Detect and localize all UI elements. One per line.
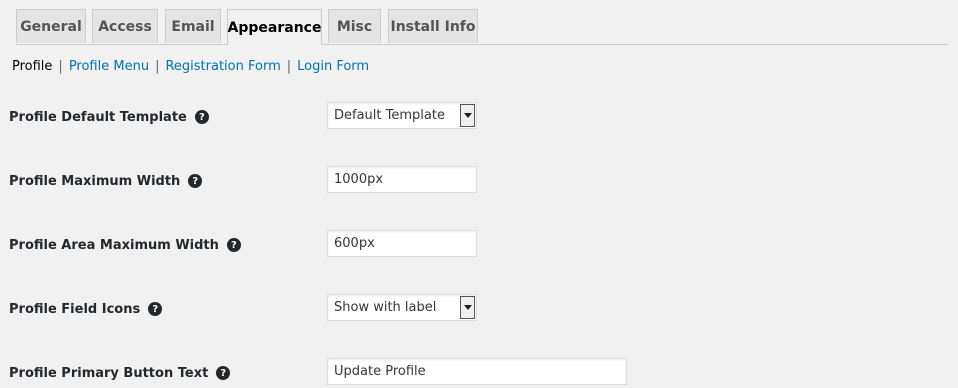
profile-primary-button-text-input[interactable]: Update Profile — [327, 358, 627, 385]
subsection-nav: Profile | Profile Menu | Registration Fo… — [12, 57, 369, 75]
setting-label: Profile Field Icons ? — [9, 294, 163, 324]
setting-label: Profile Maximum Width ? — [9, 166, 203, 196]
setting-label-text: Profile Area Maximum Width — [9, 237, 219, 253]
tab-install-info[interactable]: Install Info — [388, 9, 478, 43]
subnav-separator: | — [286, 58, 292, 74]
setting-label: Profile Default Template ? — [9, 102, 209, 132]
setting-row-profile-field-icons: Profile Field Icons ? Show with label — [9, 294, 949, 324]
subnav-link-login-form[interactable]: Login Form — [297, 59, 369, 74]
setting-label-text: Profile Primary Button Text — [9, 365, 209, 381]
profile-field-icons-select[interactable]: Show with label — [327, 294, 477, 321]
tab-appearance[interactable]: Appearance — [227, 9, 322, 45]
setting-row-profile-primary-button-text: Profile Primary Button Text ? Update Pro… — [9, 358, 949, 388]
select-value: Default Template — [334, 108, 445, 123]
profile-maximum-width-input[interactable]: 1000px — [327, 166, 477, 193]
setting-row-profile-maximum-width: Profile Maximum Width ? 1000px — [9, 166, 949, 196]
tab-misc[interactable]: Misc — [328, 9, 381, 43]
question-circle-icon[interactable]: ? — [188, 174, 203, 188]
tab-access[interactable]: Access — [92, 9, 158, 43]
setting-label-text: Profile Maximum Width — [9, 173, 181, 189]
setting-row-profile-area-maximum-width: Profile Area Maximum Width ? 600px — [9, 230, 949, 260]
subnav-separator: | — [58, 58, 63, 74]
question-circle-icon[interactable]: ? — [226, 238, 241, 252]
subnav-link-registration-form[interactable]: Registration Form — [165, 59, 280, 74]
tab-email[interactable]: Email — [165, 9, 221, 43]
question-circle-icon[interactable]: ? — [216, 366, 231, 380]
setting-label-text: Profile Field Icons — [9, 301, 141, 317]
profile-default-template-select[interactable]: Default Template — [327, 102, 477, 129]
setting-row-profile-default-template: Profile Default Template ? Default Templ… — [9, 102, 949, 132]
profile-area-maximum-width-input[interactable]: 600px — [327, 230, 477, 257]
setting-label: Profile Area Maximum Width ? — [9, 230, 241, 260]
input-value: 600px — [334, 236, 375, 251]
settings-tabs: General Access Email Appearance Misc Ins… — [16, 9, 948, 45]
input-value: 1000px — [334, 172, 384, 187]
dropdown-arrow-icon[interactable] — [460, 296, 475, 319]
setting-label-text: Profile Default Template — [9, 109, 187, 125]
select-value: Show with label — [334, 300, 437, 315]
tab-general[interactable]: General — [16, 9, 86, 43]
subnav-link-profile-menu[interactable]: Profile Menu — [69, 59, 149, 74]
subnav-current-profile: Profile — [12, 58, 53, 74]
subnav-separator: | — [155, 58, 160, 74]
dropdown-arrow-icon[interactable] — [460, 104, 475, 127]
setting-label: Profile Primary Button Text ? — [9, 358, 231, 388]
input-value: Update Profile — [334, 364, 426, 379]
question-circle-icon[interactable]: ? — [148, 302, 163, 316]
question-circle-icon[interactable]: ? — [194, 110, 209, 124]
